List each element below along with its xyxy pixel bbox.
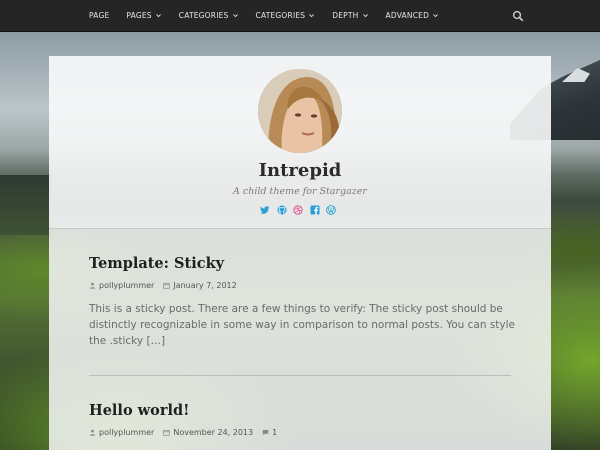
post-hello-world: Hello world! pollyplummer November 24, 2… (89, 402, 519, 437)
chevron-down-icon (362, 14, 368, 18)
facebook-icon[interactable] (310, 205, 320, 215)
content-panel: Intrepid A child theme for Stargazer Tem… (49, 56, 551, 450)
top-navigation: PAGE PAGES CATEGORIES CATEGORIES DEPTH A… (0, 0, 600, 32)
chevron-down-icon (309, 14, 315, 18)
site-header: Intrepid A child theme for Stargazer (49, 56, 551, 229)
post-author[interactable]: pollyplummer (89, 428, 154, 437)
chevron-down-icon (155, 14, 161, 18)
post-divider (89, 375, 511, 376)
calendar-icon (163, 283, 170, 289)
nav-item-advanced[interactable]: ADVANCED (386, 11, 440, 20)
nav-item-label: DEPTH (332, 11, 359, 20)
post-author-name: pollyplummer (99, 281, 155, 290)
post-title[interactable]: Hello world! (89, 402, 519, 419)
nav-item-page[interactable]: PAGE (89, 11, 109, 20)
nav-item-depth[interactable]: DEPTH (332, 11, 368, 20)
twitter-icon[interactable] (260, 205, 270, 215)
nav-item-pages[interactable]: PAGES (126, 11, 161, 20)
user-icon (89, 282, 96, 289)
post-comments[interactable]: 1 (262, 428, 277, 437)
avatar-image (258, 69, 342, 153)
site-description: A child theme for Stargazer (233, 186, 367, 197)
wordpress-icon[interactable] (326, 205, 336, 215)
post-excerpt: This is a sticky post. There are a few t… (89, 303, 516, 347)
nav-item-categories[interactable]: CATEGORIES (179, 11, 239, 20)
user-icon (89, 429, 96, 436)
post-title[interactable]: Template: Sticky (89, 255, 519, 272)
post-comment-count: 1 (272, 428, 278, 437)
comment-icon (262, 430, 269, 436)
post-author[interactable]: pollyplummer (89, 281, 154, 290)
chevron-down-icon (232, 14, 238, 18)
nav-item-label: CATEGORIES (178, 11, 229, 20)
nav-item-label: PAGES (126, 11, 152, 20)
calendar-icon (163, 430, 170, 436)
github-icon[interactable] (277, 205, 287, 215)
social-links (260, 205, 343, 215)
nav-item-categories-2[interactable]: CATEGORIES (256, 11, 316, 20)
post-meta: pollyplummer January 7, 2012 (89, 281, 519, 290)
nav-menu: PAGE PAGES CATEGORIES CATEGORIES DEPTH A… (89, 0, 456, 31)
post-sticky: Template: Sticky pollyplummer January 7,… (89, 255, 519, 349)
nav-item-label: CATEGORIES (255, 11, 306, 20)
post-date-text: January 7, 2012 (173, 281, 237, 290)
avatar[interactable] (258, 69, 342, 153)
chevron-down-icon (433, 14, 439, 18)
post-date[interactable]: January 7, 2012 (163, 281, 237, 290)
post-meta: pollyplummer November 24, 2013 1 (89, 428, 519, 437)
post-author-name: pollyplummer (99, 428, 155, 437)
search-icon[interactable] (512, 10, 524, 22)
dribbble-icon[interactable] (293, 205, 303, 215)
post-date[interactable]: November 24, 2013 (163, 428, 253, 437)
nav-item-label: ADVANCED (385, 11, 430, 20)
site-title[interactable]: Intrepid (49, 160, 551, 181)
background-hill (0, 175, 52, 235)
nav-item-label: PAGE (89, 11, 110, 20)
post-date-text: November 24, 2013 (173, 428, 254, 437)
